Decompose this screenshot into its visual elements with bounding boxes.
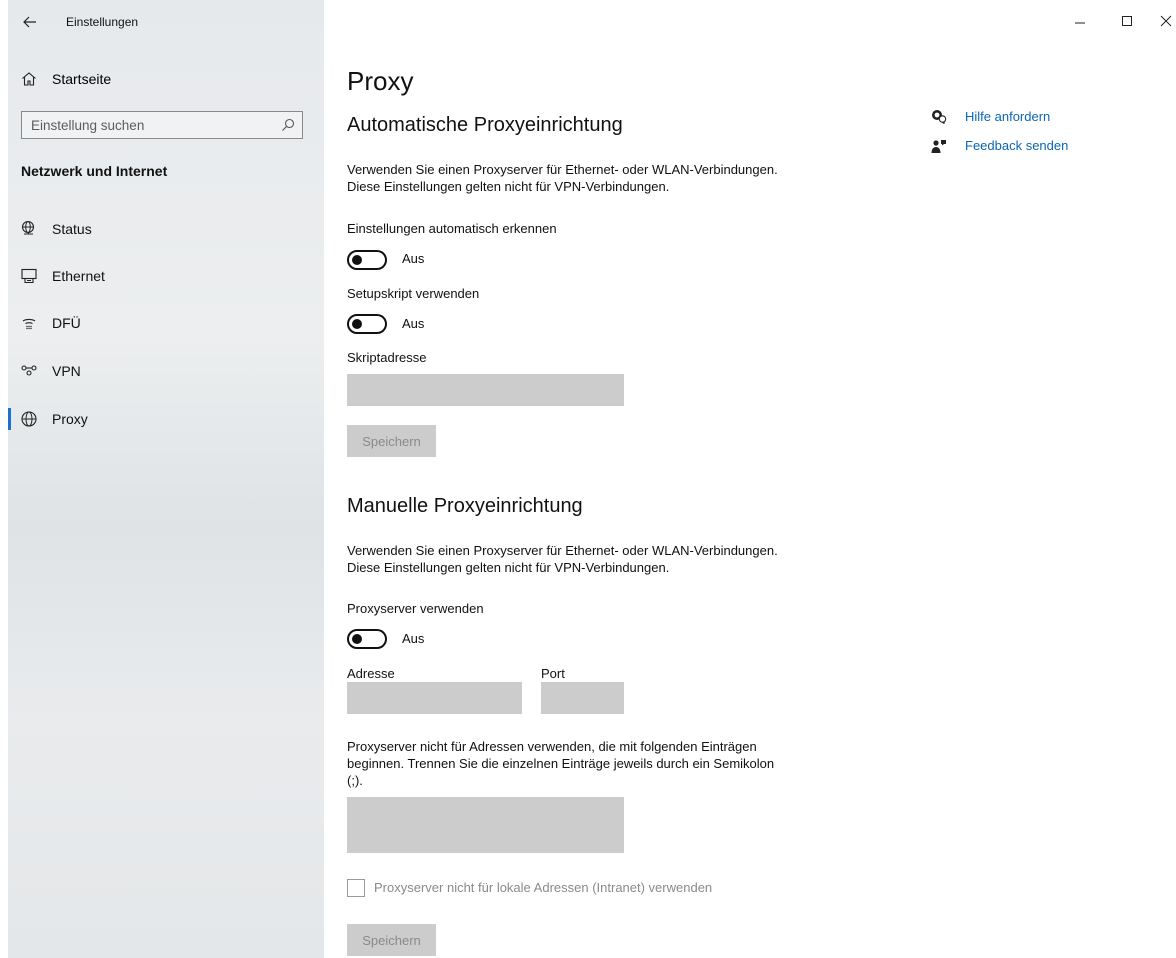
manual-proxy-heading: Manuelle Proxyeinrichtung bbox=[347, 495, 583, 517]
minimize-button[interactable] bbox=[1063, 8, 1097, 34]
globe-monitor-icon bbox=[20, 220, 38, 238]
chat-help-icon bbox=[930, 109, 948, 125]
feedback-person-icon bbox=[930, 138, 948, 154]
address-label: Adresse bbox=[347, 666, 395, 681]
setup-script-toggle[interactable] bbox=[347, 314, 387, 334]
maximize-icon bbox=[1110, 16, 1144, 38]
sidebar-item-label: DFÜ bbox=[52, 315, 81, 331]
use-proxy-state: Aus bbox=[402, 631, 425, 646]
back-arrow-icon[interactable] bbox=[20, 12, 40, 32]
address-input[interactable] bbox=[347, 682, 522, 714]
auto-detect-toggle[interactable] bbox=[347, 250, 387, 270]
sidebar-item-label: Ethernet bbox=[52, 268, 105, 284]
local-addresses-checkbox-label: Proxyserver nicht für lokale Adressen (I… bbox=[374, 880, 713, 895]
vpn-icon bbox=[20, 362, 38, 380]
sidebar-item-label: Status bbox=[52, 221, 92, 237]
manual-proxy-description: Verwenden Sie einen Proxyserver für Ethe… bbox=[347, 543, 778, 575]
sidebar: Einstellungen Startseite Netzwerk und In… bbox=[8, 0, 324, 958]
app-title: Einstellungen bbox=[66, 15, 139, 29]
get-help-text: Hilfe anfordern bbox=[965, 109, 1051, 124]
globe-icon bbox=[20, 410, 38, 428]
search-input[interactable] bbox=[22, 112, 281, 138]
sidebar-item-dfu[interactable]: DFÜ bbox=[8, 306, 324, 340]
title-bar: Einstellungen bbox=[8, 0, 324, 46]
sidebar-section-title: Netzwerk und Internet bbox=[21, 163, 168, 179]
exceptions-label: Proxyserver nicht für Adressen verwenden… bbox=[347, 739, 775, 788]
selection-indicator bbox=[8, 408, 11, 430]
auto-save-button[interactable]: Speichern bbox=[347, 425, 436, 457]
sidebar-item-label: VPN bbox=[52, 363, 81, 379]
feedback-text: Feedback senden bbox=[965, 138, 1069, 153]
sidebar-item-proxy[interactable]: Proxy bbox=[8, 402, 324, 436]
setup-script-state: Aus bbox=[402, 316, 425, 331]
auto-detect-state: Aus bbox=[402, 251, 425, 266]
auto-detect-label: Einstellungen automatisch erkennen bbox=[347, 221, 557, 236]
port-label: Port bbox=[541, 666, 565, 681]
port-input[interactable] bbox=[541, 682, 624, 714]
search-box[interactable] bbox=[21, 111, 303, 139]
ethernet-icon bbox=[20, 267, 38, 285]
manual-save-button[interactable]: Speichern bbox=[347, 924, 436, 956]
search-icon[interactable] bbox=[280, 117, 296, 133]
auto-proxy-description: Verwenden Sie einen Proxyserver für Ethe… bbox=[347, 162, 778, 194]
local-addresses-checkbox[interactable] bbox=[347, 879, 365, 897]
sidebar-item-status[interactable]: Status bbox=[8, 212, 324, 246]
sidebar-item-vpn[interactable]: VPN bbox=[8, 354, 324, 388]
sidebar-item-ethernet[interactable]: Ethernet bbox=[8, 259, 324, 293]
script-address-input[interactable] bbox=[347, 374, 624, 406]
page-title: Proxy bbox=[347, 66, 414, 96]
use-proxy-toggle[interactable] bbox=[347, 629, 387, 649]
auto-proxy-heading: Automatische Proxyeinrichtung bbox=[347, 114, 623, 136]
exceptions-input[interactable] bbox=[347, 797, 624, 853]
setup-script-label: Setupskript verwenden bbox=[347, 286, 480, 301]
home-label: Startseite bbox=[52, 71, 112, 87]
dialup-icon bbox=[20, 314, 38, 332]
sidebar-item-label: Proxy bbox=[52, 411, 88, 427]
home-icon bbox=[20, 70, 38, 88]
close-icon bbox=[1150, 15, 1176, 38]
close-button[interactable] bbox=[1150, 8, 1176, 34]
use-proxy-label: Proxyserver verwenden bbox=[347, 601, 484, 616]
script-address-label: Skriptadresse bbox=[347, 350, 427, 365]
minimize-icon bbox=[1063, 21, 1097, 38]
maximize-button[interactable] bbox=[1110, 8, 1144, 34]
sidebar-item-home[interactable]: Startseite bbox=[8, 64, 324, 94]
